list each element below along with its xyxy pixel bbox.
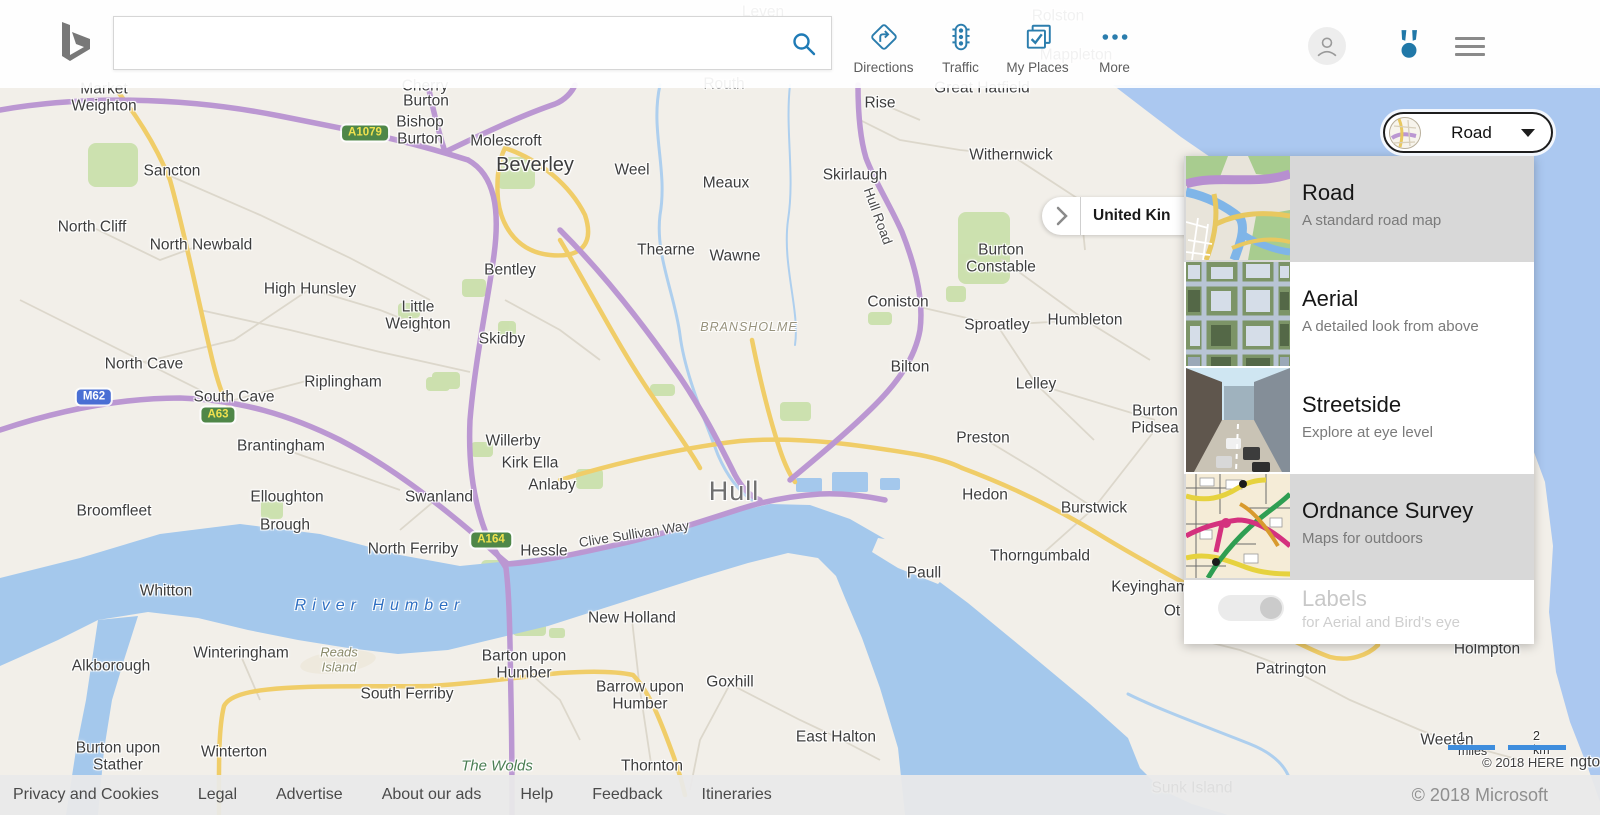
header-nav: Directions Traffic xyxy=(845,22,1153,75)
menu-item-road[interactable]: Road A standard road map xyxy=(1184,156,1534,262)
expand-panel-chevron-icon[interactable] xyxy=(1042,206,1080,226)
scale-km-label: 2 km xyxy=(1533,729,1550,757)
top-bar: Directions Traffic xyxy=(0,0,1600,88)
search-box xyxy=(113,16,832,70)
footer-link-advertise[interactable]: Advertise xyxy=(276,786,343,804)
menu-item-aerial[interactable]: Aerial A detailed look from above xyxy=(1184,262,1534,368)
location-name: United Kin xyxy=(1093,207,1171,225)
location-info-panel[interactable]: United Kin xyxy=(1042,197,1202,235)
bing-logo[interactable] xyxy=(58,20,92,73)
bing-maps-page: LevenRolstonMappletonCherryRouthGreat Ha… xyxy=(0,0,1600,815)
traffic-icon xyxy=(946,22,976,57)
menu-item-subtitle: Maps for outdoors xyxy=(1302,530,1423,547)
nav-label: Directions xyxy=(853,60,913,75)
profile-button[interactable] xyxy=(1308,27,1346,65)
menu-hamburger-icon[interactable] xyxy=(1455,37,1485,61)
footer-link-privacy[interactable]: Privacy and Cookies xyxy=(13,786,159,804)
labels-subtitle: for Aerial and Bird's eye xyxy=(1302,614,1460,631)
footer-links: Privacy and Cookies Legal Advertise Abou… xyxy=(0,786,772,804)
menu-item-labels: Labels for Aerial and Bird's eye xyxy=(1184,580,1534,644)
footer-bar: Privacy and Cookies Legal Advertise Abou… xyxy=(0,775,1600,815)
more-icon xyxy=(1100,22,1130,57)
map-style-current-label: Road xyxy=(1422,123,1521,143)
road-thumbnail xyxy=(1186,156,1290,260)
menu-item-subtitle: A standard road map xyxy=(1302,212,1441,229)
labels-toggle[interactable] xyxy=(1218,595,1284,621)
person-icon xyxy=(1314,33,1340,59)
footer-link-about-ads[interactable]: About our ads xyxy=(382,786,482,804)
scale-km-bar xyxy=(1508,745,1566,750)
directions-button[interactable]: Directions xyxy=(845,22,922,75)
scale-miles-label: 1 miles xyxy=(1458,730,1487,758)
rewards-medal-icon[interactable] xyxy=(1394,29,1424,66)
toggle-knob xyxy=(1260,597,1282,619)
search-input[interactable] xyxy=(128,23,782,65)
chevron-down-icon xyxy=(1521,129,1535,137)
search-icon[interactable] xyxy=(791,31,817,62)
footer-link-help[interactable]: Help xyxy=(520,786,553,804)
menu-item-subtitle: A detailed look from above xyxy=(1302,318,1479,335)
road-style-mini-icon xyxy=(1388,116,1422,150)
labels-title: Labels xyxy=(1302,586,1367,612)
footer-link-feedback[interactable]: Feedback xyxy=(592,786,662,804)
footer-link-legal[interactable]: Legal xyxy=(198,786,237,804)
my-places-button[interactable]: My Places xyxy=(999,22,1076,75)
more-button[interactable]: More xyxy=(1076,22,1153,75)
map-style-menu: Road A standard road map xyxy=(1184,156,1534,644)
scale-miles-bar xyxy=(1448,745,1495,750)
menu-item-title: Ordnance Survey xyxy=(1302,498,1473,524)
nav-label: My Places xyxy=(1006,60,1068,75)
ordnance-survey-thumbnail xyxy=(1186,474,1290,578)
streetside-thumbnail xyxy=(1186,368,1290,472)
map-style-dropdown-button[interactable]: Road xyxy=(1383,112,1553,153)
my-places-icon xyxy=(1023,22,1053,57)
menu-item-ordnance-survey[interactable]: Ordnance Survey Maps for outdoors xyxy=(1184,474,1534,580)
directions-icon xyxy=(869,22,899,57)
traffic-button[interactable]: Traffic xyxy=(922,22,999,75)
menu-item-title: Road xyxy=(1302,180,1355,206)
footer-link-itineraries[interactable]: Itineraries xyxy=(702,786,772,804)
menu-item-subtitle: Explore at eye level xyxy=(1302,424,1433,441)
nav-label: More xyxy=(1099,60,1130,75)
aerial-thumbnail xyxy=(1186,262,1290,366)
map-attribution: © 2018 HERE xyxy=(1482,755,1564,770)
nav-label: Traffic xyxy=(942,60,979,75)
divider xyxy=(1080,197,1081,235)
microsoft-copyright: © 2018 Microsoft xyxy=(1412,785,1548,806)
menu-item-title: Streetside xyxy=(1302,392,1401,418)
menu-item-streetside[interactable]: Streetside Explore at eye level xyxy=(1184,368,1534,474)
menu-item-title: Aerial xyxy=(1302,286,1358,312)
